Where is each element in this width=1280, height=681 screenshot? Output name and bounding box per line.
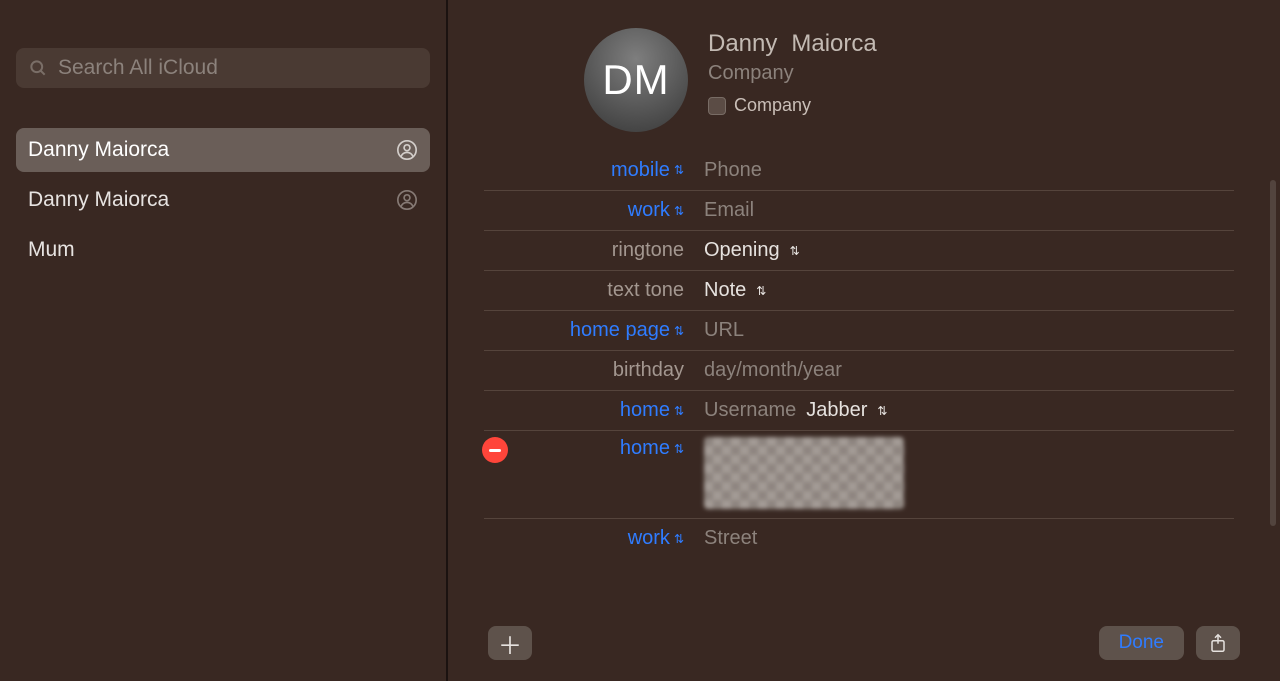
contact-list-item[interactable]: Danny Maiorca — [16, 128, 430, 172]
field-label: ringtone — [612, 239, 684, 262]
contact-list: Danny Maiorca Danny Maiorca Mum — [16, 128, 430, 272]
field-label-dropdown[interactable]: mobile — [611, 159, 670, 182]
contact-header: DM Danny Maiorca Company Company — [448, 0, 1280, 150]
field-row-email: work ⇅ Email — [484, 190, 1234, 230]
contact-detail: DM Danny Maiorca Company Company mobile ⇅… — [448, 0, 1280, 681]
contact-name: Danny Maiorca — [28, 138, 169, 162]
company-field[interactable]: Company — [708, 62, 877, 85]
field-row-address-home: home ⇅ — [484, 430, 1234, 518]
chevron-updown-icon: ⇅ — [674, 325, 684, 337]
first-name-field[interactable]: Danny — [708, 30, 777, 58]
field-label: birthday — [613, 359, 684, 382]
ringtone-select[interactable]: Opening — [704, 239, 780, 262]
field-row-birthday: birthday day/month/year — [484, 350, 1234, 390]
street-input[interactable]: Street — [704, 527, 757, 550]
bottom-toolbar: ＋ Done — [448, 619, 1280, 681]
search-input[interactable] — [58, 56, 418, 80]
texttone-select[interactable]: Note — [704, 279, 746, 302]
company-checkbox-row[interactable]: Company — [708, 95, 877, 116]
contact-name: Mum — [28, 238, 75, 262]
field-row-social: home ⇅ Username Jabber ⇅ — [484, 390, 1234, 430]
done-button[interactable]: Done — [1099, 626, 1184, 660]
last-name-field[interactable]: Maiorca — [791, 30, 876, 58]
email-input[interactable]: Email — [704, 199, 754, 222]
field-row-texttone: text tone Note ⇅ — [484, 270, 1234, 310]
url-input[interactable]: URL — [704, 319, 744, 342]
company-checkbox-label: Company — [734, 95, 811, 116]
field-label-dropdown[interactable]: work — [628, 199, 670, 222]
search-field[interactable] — [16, 48, 430, 88]
field-label-dropdown[interactable]: work — [628, 527, 670, 550]
field-row-address-work: work ⇅ Street — [484, 518, 1234, 558]
avatar-initials: DM — [602, 56, 669, 104]
service-select[interactable]: Jabber — [806, 399, 867, 422]
chevron-updown-icon: ⇅ — [674, 443, 684, 455]
chevron-updown-icon: ⇅ — [674, 533, 684, 545]
avatar[interactable]: DM — [584, 28, 688, 132]
share-icon — [1209, 633, 1227, 653]
field-label-dropdown[interactable]: home — [620, 437, 670, 460]
contact-list-item[interactable]: Mum — [16, 228, 430, 272]
field-row-mobile: mobile ⇅ Phone — [484, 150, 1234, 190]
contact-fields: mobile ⇅ Phone work ⇅ Email ringtone Openi… — [448, 150, 1280, 619]
birthday-input[interactable]: day/month/year — [704, 359, 842, 382]
field-label-dropdown[interactable]: home — [620, 399, 670, 422]
contact-name: Danny Maiorca — [28, 188, 169, 212]
share-button[interactable] — [1196, 626, 1240, 660]
search-icon — [28, 58, 48, 78]
phone-input[interactable]: Phone — [704, 159, 762, 182]
company-checkbox[interactable] — [708, 97, 726, 115]
chevron-updown-icon: ⇅ — [790, 245, 800, 257]
add-button[interactable]: ＋ — [488, 626, 532, 660]
scrollbar[interactable] — [1270, 180, 1276, 526]
contacts-sidebar: Danny Maiorca Danny Maiorca Mum — [0, 0, 448, 681]
chevron-updown-icon: ⇅ — [674, 205, 684, 217]
chevron-updown-icon: ⇅ — [756, 285, 766, 297]
field-label-dropdown[interactable]: home page — [570, 319, 670, 342]
chevron-updown-icon: ⇅ — [877, 405, 887, 417]
username-input[interactable]: Username — [704, 399, 796, 422]
plus-icon: ＋ — [498, 626, 522, 661]
person-icon — [396, 189, 418, 211]
chevron-updown-icon: ⇅ — [674, 164, 684, 176]
field-row-ringtone: ringtone Opening ⇅ — [484, 230, 1234, 270]
person-icon — [396, 139, 418, 161]
address-redacted — [704, 437, 904, 509]
contact-list-item[interactable]: Danny Maiorca — [16, 178, 430, 222]
field-label: text tone — [607, 279, 684, 302]
field-row-homepage: home page ⇅ URL — [484, 310, 1234, 350]
delete-row-button[interactable] — [482, 437, 508, 463]
chevron-updown-icon: ⇅ — [674, 405, 684, 417]
